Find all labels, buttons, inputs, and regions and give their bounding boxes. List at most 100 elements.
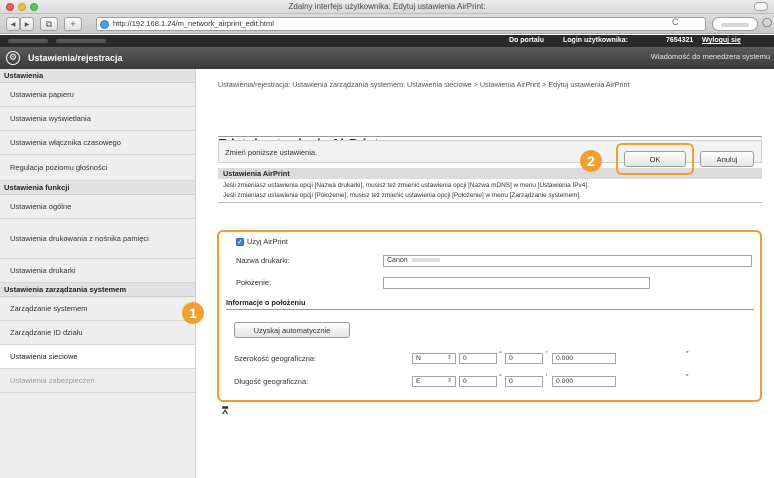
settings-gear-icon: ⚙ xyxy=(6,51,20,65)
sidebar-item-label: Ustawienia drukowania z nośnika pamięci xyxy=(10,234,149,243)
location-label: Położenie: xyxy=(236,278,272,287)
minute-mark: ′ xyxy=(546,351,548,358)
sidebar-item-label: Regulacja poziomu głośności xyxy=(10,163,108,172)
printer-name-label: Nazwa drukarki: xyxy=(236,256,290,265)
latitude-seconds-value: 0.000 xyxy=(556,355,574,362)
address-text: http://192.168.1.24/m_network_airprint_e… xyxy=(113,19,274,28)
forward-button[interactable]: ▶ xyxy=(20,17,34,31)
device-name-redacted xyxy=(8,39,48,43)
login-value: 7654321 xyxy=(666,37,694,44)
airprint-note-2: Jeśli zmieniasz ustawienia opcji [Położe… xyxy=(223,192,582,199)
sidebar-item-display[interactable]: Ustawienia wyświetlania xyxy=(0,107,195,131)
sidebar-item-label: Ustawienia włącznika czasowego xyxy=(10,138,121,147)
window-title: Zdalny interfejs użytkownika: Edytuj ust… xyxy=(288,2,486,11)
reader-icon[interactable]: ◯ xyxy=(762,17,774,31)
latitude-degrees-input[interactable]: 0 xyxy=(459,353,497,364)
cancel-button[interactable]: Anuluj xyxy=(700,151,754,167)
sidebar-item-label: Ustawienia sieciowe xyxy=(10,352,78,361)
sidebar-item-label: Ustawienia papieru xyxy=(10,90,74,99)
note-divider xyxy=(218,202,762,203)
get-automatically-button[interactable]: Uzyskaj automatycznie xyxy=(234,322,350,338)
app-header: ⚙ Ustawienia/rejestracja Wiadomość do me… xyxy=(0,47,774,69)
degree-mark: ° xyxy=(499,374,502,381)
sidebar-item-system-management[interactable]: Zarządzanie systemem xyxy=(0,297,195,321)
sidebar-item-general[interactable]: Ustawienia ogólne xyxy=(0,195,195,219)
latitude-minutes-input[interactable]: 0 xyxy=(505,353,543,364)
sidebar-heading-functions: Ustawienia funkcji xyxy=(0,181,195,195)
longitude-seconds-input[interactable]: 0.000 xyxy=(552,376,616,387)
airprint-note-1: Jeśli zmieniasz ustawienia opcji [Nazwa … xyxy=(223,182,589,189)
use-airprint-checkbox[interactable]: ✓ xyxy=(236,238,244,246)
sidebar-heading-system: Ustawienia zarządzania systemem xyxy=(0,283,195,297)
sidebar-item-label: Zarządzanie systemem xyxy=(10,304,88,313)
degree-mark: ° xyxy=(499,351,502,358)
latitude-minutes-value: 0 xyxy=(509,355,513,362)
sidebar-item-label: Ustawienia zabezpieczeń xyxy=(10,376,95,385)
sidebar-heading-settings: Ustawienia xyxy=(0,69,195,83)
device-model-redacted xyxy=(56,39,106,43)
use-airprint-label: Użyj AirPrint xyxy=(247,237,288,246)
globe-icon xyxy=(100,20,109,29)
back-icon: ◀ xyxy=(10,21,16,28)
longitude-direction-value: E xyxy=(416,378,421,385)
reload-button[interactable]: C xyxy=(672,17,679,27)
forward-icon: ▶ xyxy=(24,21,30,28)
longitude-minutes-input[interactable]: 0 xyxy=(505,376,543,387)
sidebar-item-media-print[interactable]: Ustawienia drukowania z nośnika pamięci xyxy=(0,219,195,259)
portal-link[interactable]: Do portalu xyxy=(509,37,544,44)
latitude-direction-select[interactable]: N ⇕ xyxy=(412,353,456,364)
latitude-degrees-value: 0 xyxy=(463,355,467,362)
bookmarks-icon: ⧉ xyxy=(45,18,53,29)
action-instruction: Zmień poniższe ustawienia. xyxy=(225,148,318,157)
sidebar-item-timer[interactable]: Ustawienia włącznika czasowego xyxy=(0,131,195,155)
latitude-direction-value: N xyxy=(416,355,421,362)
printer-name-redacted xyxy=(411,258,440,263)
sidebar-item-department-id[interactable]: Zarządzanie ID działu xyxy=(0,321,195,345)
minute-mark: ′ xyxy=(546,374,548,381)
browser-toolbar: ◀ ▶ ⧉ + http://192.168.1.24/m_network_ai… xyxy=(0,14,774,34)
ok-button[interactable]: OK xyxy=(624,151,686,167)
longitude-label: Długość geograficzna: xyxy=(234,377,309,386)
logout-link[interactable]: Wyloguj się xyxy=(702,37,741,44)
printer-name-input[interactable]: Canon xyxy=(383,255,752,267)
longitude-seconds-value: 0.000 xyxy=(556,378,574,385)
second-mark: ″ xyxy=(686,351,689,358)
second-mark: ″ xyxy=(686,374,689,381)
plus-icon: + xyxy=(70,19,76,29)
sidebar: Ustawienia Ustawienia papieru Ustawienia… xyxy=(0,69,196,478)
location-input[interactable] xyxy=(383,277,650,289)
address-bar[interactable]: http://192.168.1.24/m_network_airprint_e… xyxy=(96,17,706,31)
app-title: Ustawienia/rejestracja xyxy=(28,53,123,63)
sidebar-item-network[interactable]: Ustawienia sieciowe xyxy=(0,345,195,369)
sidebar-item-security[interactable]: Ustawienia zabezpieczeń xyxy=(0,369,195,393)
updown-arrows-icon: ⇕ xyxy=(446,355,452,361)
search-field[interactable] xyxy=(712,17,758,31)
bookmarks-button[interactable]: ⧉ xyxy=(40,17,58,31)
sidebar-item-label: Ustawienia drukarki xyxy=(10,266,76,275)
longitude-minutes-value: 0 xyxy=(509,378,513,385)
sidebar-item-label: Ustawienia ogólne xyxy=(10,202,72,211)
longitude-direction-select[interactable]: E ⇕ xyxy=(412,376,456,387)
page-top-icon[interactable]: ⩞ xyxy=(222,406,228,417)
sidebar-item-printer[interactable]: Ustawienia drukarki xyxy=(0,259,195,283)
latitude-label: Szerokość geograficzna: xyxy=(234,354,317,363)
device-info-bar: Do portalu Login użytkownika: 7654321 Wy… xyxy=(0,35,774,47)
printer-name-value: Canon xyxy=(387,257,408,264)
breadcrumb: Ustawienia/rejestracja: Ustawienia zarzą… xyxy=(218,80,630,89)
login-label: Login użytkownika: xyxy=(563,37,628,44)
search-placeholder xyxy=(721,23,749,27)
sidebar-item-label: Zarządzanie ID działu xyxy=(10,328,83,337)
latitude-seconds-input[interactable]: 0.000 xyxy=(552,353,616,364)
message-to-admin-link[interactable]: Wiadomość do menedżera systemu xyxy=(651,52,770,61)
location-info-heading: Informacje o położeniu xyxy=(226,298,754,310)
callout-1: 1 xyxy=(182,302,204,324)
longitude-degrees-input[interactable]: 0 xyxy=(459,376,497,387)
toolbar-toggle-button[interactable] xyxy=(754,2,768,11)
callout-2: 2 xyxy=(580,150,602,172)
sidebar-item-paper[interactable]: Ustawienia papieru xyxy=(0,83,195,107)
updown-arrows-icon: ⇕ xyxy=(446,378,452,384)
back-button[interactable]: ◀ xyxy=(6,17,20,31)
sidebar-item-label: Ustawienia wyświetlania xyxy=(10,114,91,123)
sidebar-item-volume[interactable]: Regulacja poziomu głośności xyxy=(0,155,195,181)
new-tab-button[interactable]: + xyxy=(64,17,82,31)
